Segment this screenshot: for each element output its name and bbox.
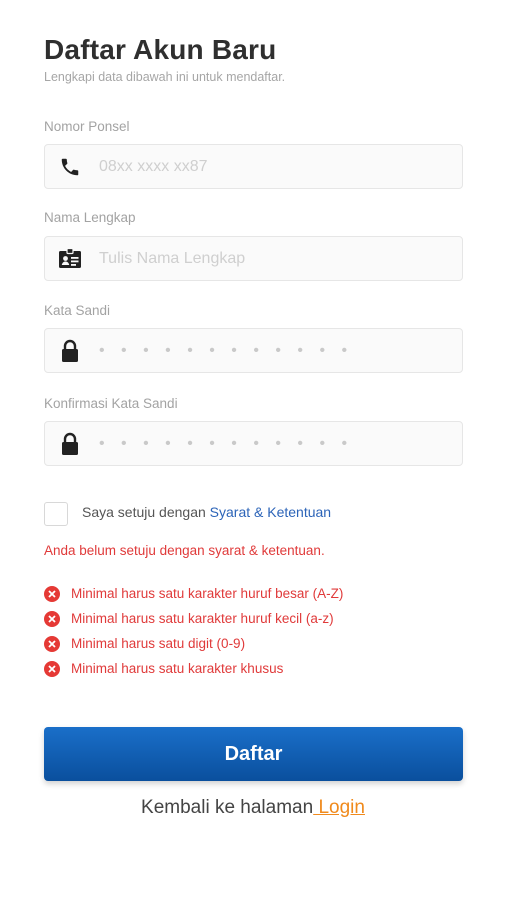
error-icon — [44, 660, 60, 677]
phone-icon — [45, 145, 95, 188]
password-input[interactable] — [95, 329, 435, 372]
password-rule-text: Minimal harus satu karakter khusus — [71, 661, 284, 676]
id-card-icon — [45, 237, 95, 280]
phone-field[interactable] — [44, 144, 463, 189]
agree-label: Saya setuju dengan — [82, 504, 210, 520]
agree-text: Saya setuju dengan Syarat & Ketentuan — [82, 504, 331, 520]
error-icon — [44, 585, 60, 602]
password-rules-list: Minimal harus satu karakter huruf besar … — [44, 581, 343, 681]
agreement-error: Anda belum setuju dengan syarat & ketent… — [44, 543, 325, 558]
phone-label: Nomor Ponsel — [44, 119, 130, 134]
password-rule-digit: Minimal harus satu digit (0-9) — [44, 631, 343, 656]
password-field[interactable] — [44, 328, 463, 373]
login-link[interactable]: Login — [313, 797, 365, 818]
password-rule-uppercase: Minimal harus satu karakter huruf besar … — [44, 581, 343, 606]
password-label: Kata Sandi — [44, 303, 111, 318]
phone-input[interactable] — [95, 145, 435, 188]
password-rule-text: Minimal harus satu digit (0-9) — [71, 636, 246, 651]
name-input[interactable] — [95, 237, 435, 280]
name-field[interactable] — [44, 236, 463, 281]
terms-link[interactable]: Syarat & Ketentuan — [210, 504, 331, 520]
back-to-login: Kembali ke halaman Login — [0, 797, 506, 819]
password-rule-special: Minimal harus satu karakter khusus — [44, 656, 343, 681]
password-rule-text: Minimal harus satu karakter huruf besar … — [71, 586, 344, 601]
agree-checkbox[interactable] — [44, 502, 68, 526]
page-subtitle: Lengkapi data dibawah ini untuk mendafta… — [44, 70, 286, 84]
name-label: Nama Lengkap — [44, 210, 136, 225]
confirm-password-label: Konfirmasi Kata Sandi — [44, 396, 178, 411]
lock-icon — [45, 422, 95, 465]
confirm-password-input[interactable] — [95, 422, 435, 465]
error-icon — [44, 610, 60, 627]
register-button[interactable]: Daftar — [44, 727, 463, 781]
password-rule-lowercase: Minimal harus satu karakter huruf kecil … — [44, 606, 343, 631]
confirm-password-field[interactable] — [44, 421, 463, 466]
error-icon — [44, 635, 60, 652]
back-text: Kembali ke halaman — [141, 797, 314, 818]
page-title: Daftar Akun Baru — [44, 34, 277, 65]
lock-icon — [45, 329, 95, 372]
password-rule-text: Minimal harus satu karakter huruf kecil … — [71, 611, 334, 626]
